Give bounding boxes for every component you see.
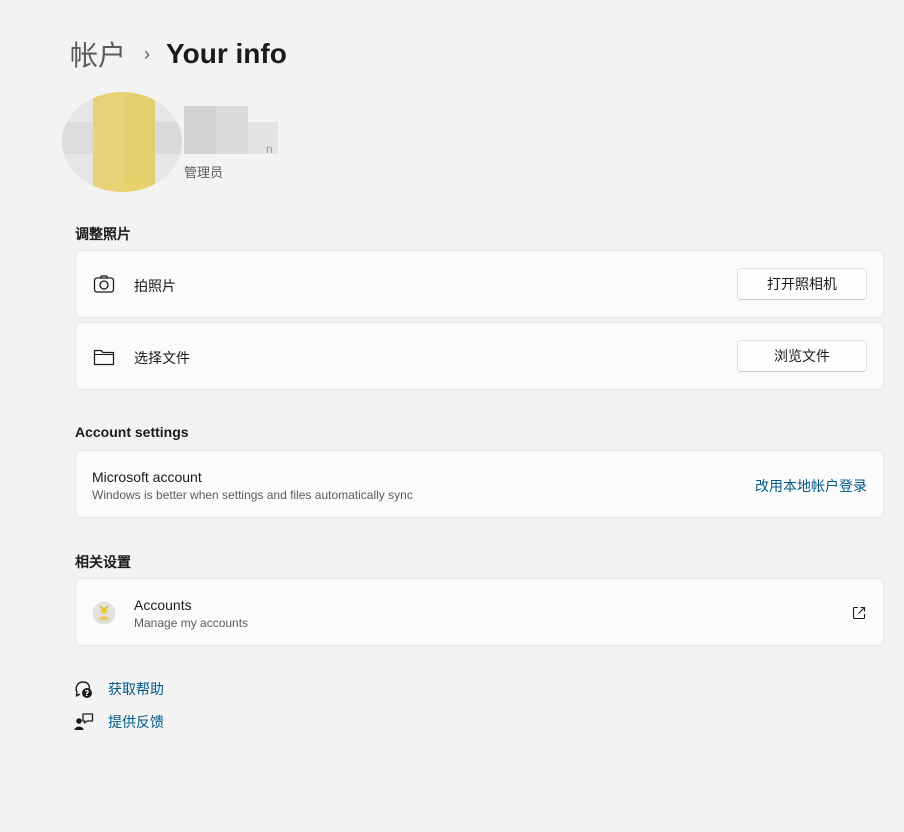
microsoft-account-card: Microsoft account Windows is better when… — [75, 450, 884, 518]
choose-file-card: 选择文件 浏览文件 — [75, 322, 884, 390]
take-photo-card: 拍照片 打开照相机 — [75, 250, 884, 318]
external-link-icon[interactable] — [852, 606, 866, 620]
microsoft-account-title: Microsoft account — [92, 469, 202, 485]
choose-file-label: 选择文件 — [134, 350, 190, 366]
switch-to-local-account-link[interactable]: 改用本地帐户登录 — [755, 476, 867, 496]
section-title-account-settings: Account settings — [75, 424, 189, 440]
accounts-icon — [92, 601, 116, 625]
user-name-suffix: n — [266, 142, 273, 156]
folder-icon — [93, 349, 115, 366]
microsoft-account-subtitle: Windows is better when settings and file… — [92, 488, 413, 502]
camera-icon — [93, 275, 115, 293]
accounts-title: Accounts — [134, 597, 192, 613]
chevron-right-icon: › — [144, 43, 151, 64]
section-title-adjust-photo: 调整照片 — [75, 226, 131, 242]
browse-files-button[interactable]: 浏览文件 — [737, 340, 867, 372]
breadcrumb: 帐户 › Your info — [70, 34, 287, 74]
breadcrumb-parent[interactable]: 帐户 — [70, 34, 126, 74]
user-name-blurred — [184, 106, 216, 154]
feedback-icon — [74, 713, 94, 730]
get-help-link[interactable]: ? 获取帮助 — [74, 679, 164, 699]
page-title: Your info — [166, 38, 287, 69]
section-title-related: 相关设置 — [75, 554, 131, 570]
get-help-label: 获取帮助 — [108, 681, 164, 697]
profile-header: n 管理员 — [62, 92, 292, 192]
open-camera-button[interactable]: 打开照相机 — [737, 268, 867, 300]
take-photo-label: 拍照片 — [134, 278, 176, 294]
accounts-subtitle: Manage my accounts — [134, 616, 249, 630]
help-icon: ? — [75, 681, 92, 698]
give-feedback-link[interactable]: 提供反馈 — [74, 712, 164, 732]
user-role: 管理员 — [184, 165, 224, 180]
avatar — [62, 92, 182, 192]
accounts-link-card[interactable]: Accounts Manage my accounts — [75, 578, 884, 646]
give-feedback-label: 提供反馈 — [108, 714, 164, 730]
svg-text:?: ? — [85, 689, 90, 698]
